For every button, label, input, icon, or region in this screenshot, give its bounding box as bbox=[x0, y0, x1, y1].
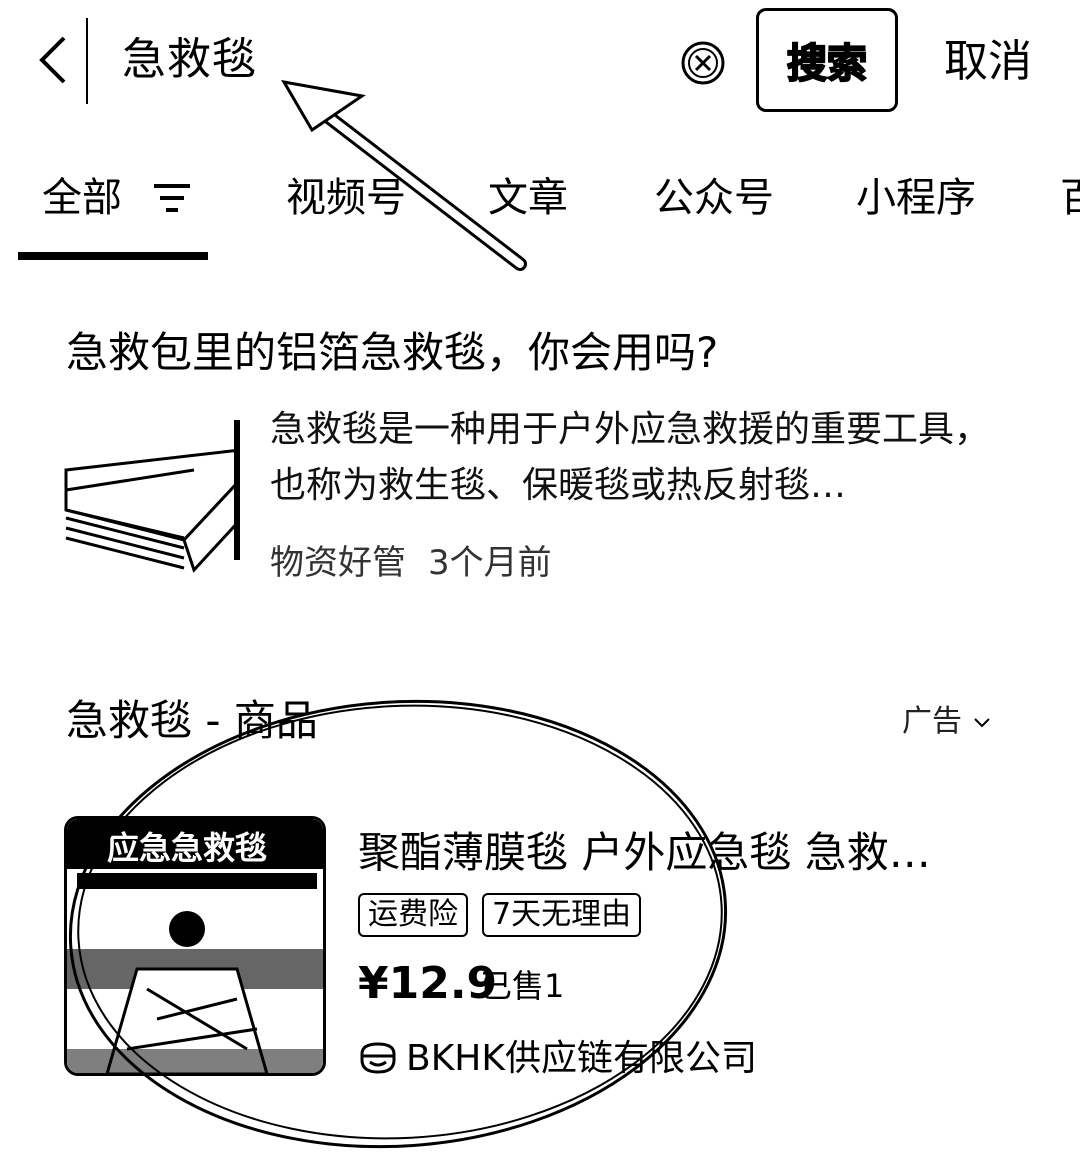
search-button[interactable]: 搜索 bbox=[756, 8, 898, 112]
article-thumbnail[interactable] bbox=[64, 410, 242, 578]
tab-more[interactable]: 百 bbox=[1060, 168, 1080, 228]
chevron-down-icon bbox=[973, 717, 990, 727]
article-source[interactable]: 物资好管 bbox=[270, 543, 406, 583]
tag-7-day-return: 7天无理由 bbox=[482, 893, 642, 937]
filter-icon[interactable] bbox=[152, 180, 192, 216]
tab-all[interactable]: 全部 bbox=[42, 168, 122, 228]
article-title[interactable]: 急救包里的铝箔急救毯，你会用吗? bbox=[66, 322, 718, 384]
shop-name[interactable]: BKHK供应链有限公司 bbox=[406, 1030, 757, 1088]
tab-articles[interactable]: 文章 bbox=[488, 168, 568, 228]
product-price: ¥12.9 bbox=[358, 958, 498, 1009]
tab-mini-programs[interactable]: 小程序 bbox=[856, 168, 976, 228]
search-divider bbox=[86, 18, 88, 104]
product-title[interactable]: 聚酯薄膜毯 户外应急毯 急救… bbox=[358, 822, 998, 884]
shop-icon bbox=[358, 1040, 398, 1076]
tab-official-accounts[interactable]: 公众号 bbox=[654, 168, 774, 228]
article-snippet: 急救毯是一种用于户外应急救援的重要工具，也称为救生毯、保暖毯或热反射毯… bbox=[270, 409, 991, 506]
active-tab-indicator bbox=[18, 252, 208, 260]
back-icon[interactable] bbox=[28, 30, 78, 90]
ad-label[interactable]: 广告 bbox=[902, 700, 992, 744]
tab-channels[interactable]: 视频号 bbox=[286, 168, 406, 228]
article-time: 3个月前 bbox=[428, 543, 552, 583]
article-meta: 物资好管 3个月前 bbox=[270, 536, 552, 590]
product-sold-count: 已售1 bbox=[480, 967, 565, 1005]
product-section-title: 急救毯 - 商品 bbox=[66, 696, 318, 745]
clear-circle-icon[interactable] bbox=[680, 40, 726, 86]
cancel-button[interactable]: 取消 bbox=[944, 32, 1032, 92]
search-input[interactable]: 急救毯 bbox=[122, 30, 257, 90]
product-image[interactable]: 应急急救毯 bbox=[64, 816, 326, 1076]
tag-shipping-insurance: 运费险 bbox=[358, 893, 468, 937]
product-image-text: 应急急救毯 bbox=[107, 829, 267, 867]
ad-label-text: 广告 bbox=[902, 704, 962, 739]
